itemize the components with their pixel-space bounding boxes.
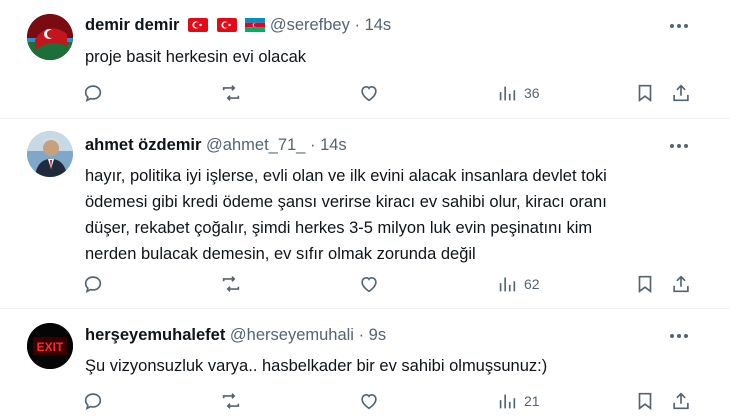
more-icon[interactable] <box>665 136 693 156</box>
tweet[interactable]: demir demir @serefbey · 14s proje basit … <box>0 0 730 118</box>
tweet-text-line: hayır, politika iyi işlerse, evli olan v… <box>85 167 607 185</box>
handle[interactable]: @ahmet_71_ <box>206 136 305 154</box>
repost-icon[interactable] <box>220 387 242 415</box>
tweet-text: hayır, politika iyi işlerse, evli olan v… <box>85 163 695 267</box>
turkey-flag-icon <box>216 18 237 32</box>
timestamp[interactable]: 9s <box>369 326 386 344</box>
avatar-image <box>27 131 73 177</box>
avatar[interactable] <box>27 131 73 177</box>
handle[interactable]: @herseyemuhali <box>230 326 354 344</box>
views-icon[interactable]: 36 <box>496 79 540 107</box>
bookmark-icon[interactable] <box>634 387 656 415</box>
handle[interactable]: @serefbey <box>270 16 350 34</box>
avatar[interactable] <box>27 14 73 60</box>
share-icon[interactable] <box>670 270 692 298</box>
bookmark-icon[interactable] <box>634 270 656 298</box>
display-name[interactable]: ahmet özdemir <box>85 136 201 154</box>
action-bar: 62 <box>78 270 698 298</box>
avatar-image <box>27 14 73 60</box>
tweet-text-line: ödemesi gibi kredi ödeme şansı verirse k… <box>85 193 607 211</box>
repost-icon[interactable] <box>220 270 242 298</box>
action-bar: 21 <box>78 387 698 415</box>
separator: · <box>358 326 365 344</box>
display-name[interactable]: herşeyemuhalefet <box>85 326 225 344</box>
turkey-flag-icon <box>188 18 209 32</box>
like-icon[interactable] <box>358 270 380 298</box>
share-icon[interactable] <box>670 79 692 107</box>
timestamp[interactable]: 14s <box>365 16 392 34</box>
views-count: 62 <box>524 276 540 292</box>
action-bar: 36 <box>78 79 698 107</box>
like-icon[interactable] <box>358 79 380 107</box>
avatar[interactable]: EXIT <box>27 323 73 369</box>
separator: · <box>309 136 316 154</box>
views-icon[interactable]: 21 <box>496 387 540 415</box>
like-icon[interactable] <box>358 387 380 415</box>
tweet-text: proje basit herkesin evi olacak <box>85 48 307 66</box>
reply-icon[interactable] <box>82 79 104 107</box>
tweet[interactable]: EXIT herşeyemuhalefet @herseyemuhali · 9… <box>0 309 730 420</box>
tweet-text: Şu vizyonsuzluk varya.. hasbelkader bir … <box>85 357 548 375</box>
repost-icon[interactable] <box>220 79 242 107</box>
display-name[interactable]: demir demir <box>85 16 179 34</box>
avatar-exit-text: EXIT <box>37 340 64 354</box>
more-icon[interactable] <box>665 326 693 346</box>
tweet-text-line: düşer, rekabet çoğalır, şimdi herkes 3-5… <box>85 219 593 237</box>
timestamp[interactable]: 14s <box>320 136 347 154</box>
views-count: 21 <box>524 393 540 409</box>
bookmark-icon[interactable] <box>634 79 656 107</box>
reply-icon[interactable] <box>82 270 104 298</box>
views-count: 36 <box>524 85 540 101</box>
avatar-image: EXIT <box>27 323 73 369</box>
tweet-text-line: nerden bulacak demesin, ev sıfır olmak z… <box>85 245 476 263</box>
share-icon[interactable] <box>670 387 692 415</box>
views-icon[interactable]: 62 <box>496 270 540 298</box>
azerbaijan-flag-icon <box>245 18 266 32</box>
more-icon[interactable] <box>665 16 693 36</box>
tweet[interactable]: ahmet özdemir @ahmet_71_ · 14s hayır, po… <box>0 119 730 308</box>
separator: · <box>354 16 360 34</box>
reply-icon[interactable] <box>82 387 104 415</box>
